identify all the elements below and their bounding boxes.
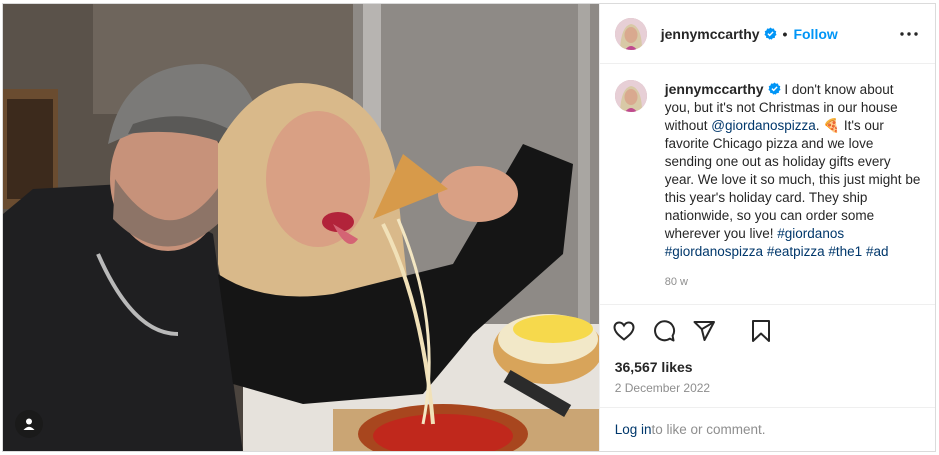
comment-button[interactable] bbox=[652, 311, 692, 351]
header-username[interactable]: jennymccarthy bbox=[661, 26, 760, 42]
caption-text: jennymccarthy I don't know about you, bu… bbox=[665, 80, 921, 291]
verified-badge-icon bbox=[768, 82, 781, 95]
hashtag-link[interactable]: #the1 bbox=[828, 244, 862, 259]
caption-username[interactable]: jennymccarthy bbox=[665, 81, 764, 97]
login-prompt: Log in to like or comment. bbox=[599, 407, 935, 451]
post-date: 2 December 2022 bbox=[614, 381, 711, 395]
more-horizontal-icon bbox=[900, 31, 918, 36]
login-prompt-text: to like or comment. bbox=[651, 422, 766, 437]
avatar-image bbox=[614, 17, 647, 50]
post-header: jennymccarthy • Follow bbox=[599, 4, 935, 64]
caption-text-after: . 🍕 It's our favorite Chicago pizza and … bbox=[664, 118, 921, 241]
more-options-button[interactable] bbox=[897, 22, 921, 46]
instagram-post: jennymccarthy • Follow jennymccarthy I d… bbox=[2, 3, 936, 452]
mention-link[interactable]: @giordanospizza bbox=[711, 118, 816, 133]
user-icon bbox=[23, 418, 35, 430]
share-icon bbox=[693, 321, 715, 341]
avatar-image bbox=[614, 80, 647, 112]
post-side-panel: jennymccarthy • Follow jennymccarthy I d… bbox=[599, 4, 935, 451]
avatar[interactable] bbox=[614, 17, 647, 50]
post-time-ago[interactable]: 80 w bbox=[665, 273, 921, 291]
post-photo-illustration bbox=[3, 4, 599, 451]
tagged-users-button[interactable] bbox=[15, 410, 43, 438]
follow-button[interactable]: Follow bbox=[793, 26, 837, 42]
action-bar bbox=[600, 305, 935, 357]
hashtag-link[interactable]: #eatpizza bbox=[767, 244, 825, 259]
hashtag-link[interactable]: #giordanospizza bbox=[665, 244, 763, 259]
comment-icon bbox=[653, 320, 675, 342]
share-button[interactable] bbox=[692, 311, 732, 351]
likes-count[interactable]: 36,567 likes bbox=[600, 357, 935, 377]
caption-section: jennymccarthy I don't know about you, bu… bbox=[599, 64, 935, 305]
hashtag-link[interactable]: #ad bbox=[866, 244, 889, 259]
post-image[interactable] bbox=[3, 4, 600, 451]
bookmark-icon bbox=[751, 320, 770, 342]
caption-row: jennymccarthy I don't know about you, bu… bbox=[614, 80, 921, 291]
login-link[interactable]: Log in bbox=[615, 422, 652, 437]
caption-avatar[interactable] bbox=[614, 80, 647, 112]
like-button[interactable] bbox=[612, 311, 652, 351]
header-separator: • bbox=[782, 25, 788, 42]
verified-badge-icon bbox=[764, 27, 777, 40]
hashtag-link[interactable]: #giordanos bbox=[777, 226, 844, 241]
save-button[interactable] bbox=[732, 311, 772, 351]
heart-icon bbox=[613, 321, 635, 341]
